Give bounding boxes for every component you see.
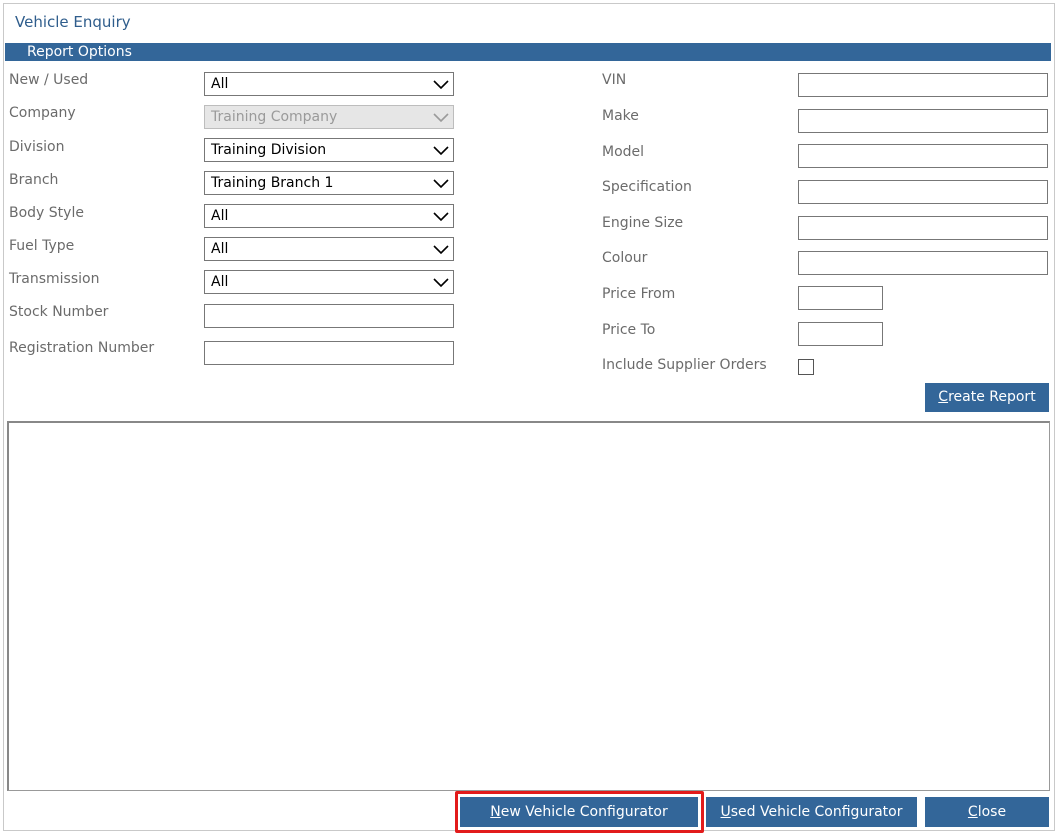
chevron-down-icon xyxy=(433,80,449,90)
engine-size-label: Engine Size xyxy=(602,215,684,231)
chevron-down-icon xyxy=(433,179,449,189)
branch-select[interactable]: Training Branch 1 xyxy=(204,171,454,195)
fuel-type-select[interactable]: All xyxy=(204,237,454,261)
registration-number-input[interactable] xyxy=(204,341,454,365)
make-input[interactable] xyxy=(798,109,1048,133)
chevron-down-icon xyxy=(433,278,449,288)
specification-input[interactable] xyxy=(798,180,1048,204)
branch-value: Training Branch 1 xyxy=(211,175,334,191)
include-supplier-orders-checkbox[interactable] xyxy=(798,359,814,375)
new-used-label: New / Used xyxy=(9,72,89,88)
body-style-select[interactable]: All xyxy=(204,204,454,228)
used-config-access-key: U xyxy=(720,804,731,820)
engine-size-input[interactable] xyxy=(798,216,1048,240)
close-access-key: C xyxy=(967,804,978,820)
section-header: Report Options xyxy=(5,43,1051,61)
model-input[interactable] xyxy=(798,144,1048,168)
fuel-type-value: All xyxy=(211,241,229,257)
include-supplier-orders-label: Include Supplier Orders xyxy=(602,357,767,373)
stock-number-input[interactable] xyxy=(204,304,454,328)
chevron-down-icon xyxy=(433,113,449,123)
company-value: Training Company xyxy=(211,109,338,125)
price-from-input[interactable] xyxy=(798,286,883,310)
report-results-area[interactable] xyxy=(7,421,1050,791)
price-from-label: Price From xyxy=(602,286,676,302)
specification-label: Specification xyxy=(602,179,692,195)
make-label: Make xyxy=(602,108,639,124)
section-header-label: Report Options xyxy=(27,44,132,60)
close-button[interactable]: Close xyxy=(925,797,1049,827)
body-style-label: Body Style xyxy=(9,205,84,221)
stock-number-label: Stock Number xyxy=(9,304,109,320)
new-used-select[interactable]: All xyxy=(204,72,454,96)
model-label: Model xyxy=(602,144,645,160)
colour-label: Colour xyxy=(602,250,648,266)
company-label: Company xyxy=(9,105,76,121)
price-to-input[interactable] xyxy=(798,322,883,346)
chevron-down-icon xyxy=(433,245,449,255)
used-config-label: sed Vehicle Configurator xyxy=(730,804,903,820)
transmission-label: Transmission xyxy=(9,271,100,287)
chevron-down-icon xyxy=(433,146,449,156)
vin-label: VIN xyxy=(602,72,627,88)
colour-input[interactable] xyxy=(798,251,1048,275)
new-used-value: All xyxy=(211,76,229,92)
price-to-label: Price To xyxy=(602,322,656,338)
registration-number-label: Registration Number xyxy=(9,340,155,356)
window-title: Vehicle Enquiry xyxy=(15,13,131,31)
company-select: Training Company xyxy=(204,105,454,129)
transmission-value: All xyxy=(211,274,229,290)
vin-input[interactable] xyxy=(798,73,1048,97)
highlight-box xyxy=(455,791,704,833)
body-style-value: All xyxy=(211,208,229,224)
division-label: Division xyxy=(9,139,65,155)
create-report-access-key: C xyxy=(938,389,949,405)
division-value: Training Division xyxy=(211,142,327,158)
division-select[interactable]: Training Division xyxy=(204,138,454,162)
branch-label: Branch xyxy=(9,172,59,188)
create-report-label: reate Report xyxy=(948,389,1036,405)
transmission-select[interactable]: All xyxy=(204,270,454,294)
chevron-down-icon xyxy=(433,212,449,222)
fuel-type-label: Fuel Type xyxy=(9,238,75,254)
close-label: lose xyxy=(977,804,1007,820)
create-report-button[interactable]: Create Report xyxy=(925,383,1049,412)
used-vehicle-configurator-button[interactable]: Used Vehicle Configurator xyxy=(706,797,917,827)
